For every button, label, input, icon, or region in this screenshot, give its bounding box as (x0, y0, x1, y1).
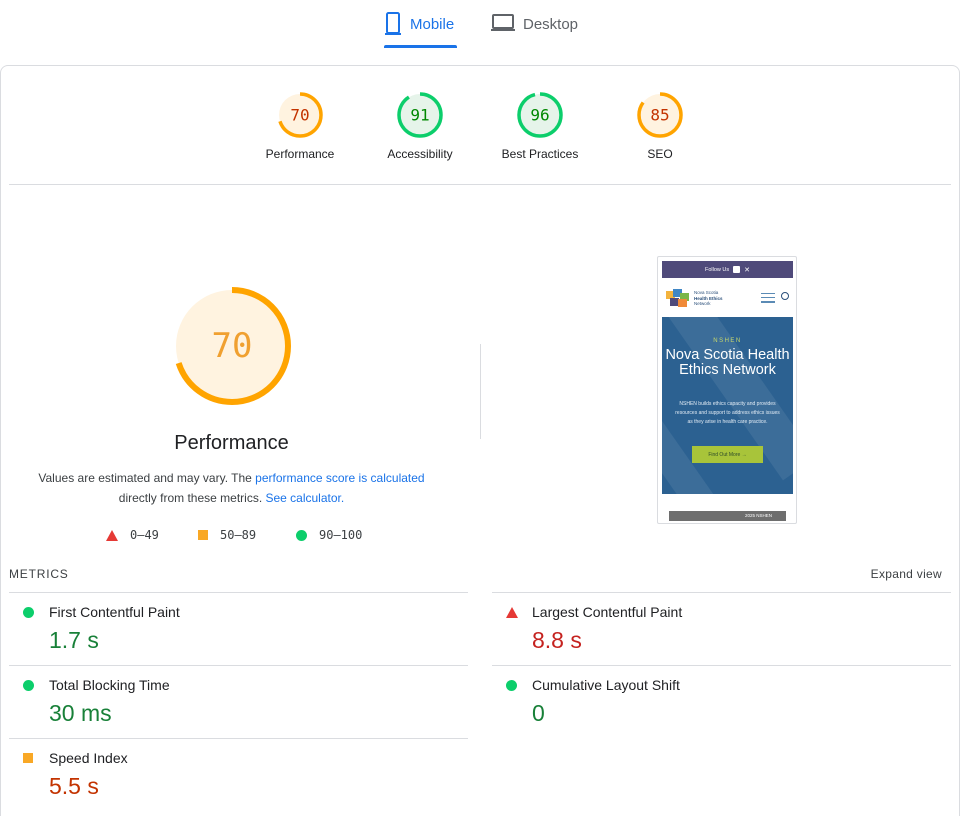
desc-text: directly from these metrics. (118, 491, 266, 505)
facebook-icon (733, 266, 741, 273)
good-circle-icon (23, 680, 34, 691)
gauge-label: Accessibility (387, 147, 453, 161)
preview-cta-button: Find Out More → (692, 446, 763, 463)
legend-poor: 0–49 (106, 528, 159, 542)
preview-logo-text: Nova Scotia Health Ethics Network (694, 290, 723, 306)
score-gauge-seo[interactable]: 85 SEO (600, 90, 720, 161)
gauge-ring: 85 (637, 92, 683, 138)
see-calculator-link[interactable]: See calculator. (265, 491, 344, 505)
average-square-icon (23, 753, 33, 763)
gauge-score: 91 (410, 106, 429, 125)
tab-desktop-label: Desktop (523, 16, 579, 33)
legend-range: 90–100 (319, 528, 363, 542)
triangle-icon (106, 529, 118, 541)
preview-body: NSHEN builds ethics capacity and provide… (675, 401, 780, 425)
metric-name: Cumulative Layout Shift (532, 677, 680, 693)
gauge-score: 70 (290, 106, 309, 125)
vertical-divider (480, 344, 481, 439)
scores-divider (9, 184, 951, 185)
preview-logo (666, 289, 690, 307)
preview-topbar: Follow Us ✕ (662, 261, 793, 278)
good-circle-icon (23, 607, 34, 618)
tab-mobile-label: Mobile (410, 16, 455, 33)
preview-header: Nova Scotia Health Ethics Network (662, 281, 793, 315)
monitor-icon (491, 12, 515, 38)
metric-name: First Contentful Paint (49, 604, 180, 620)
legend-good: 90–100 (296, 528, 362, 542)
tab-desktop[interactable]: Desktop (491, 12, 578, 48)
performance-title: Performance (174, 432, 289, 454)
good-circle-icon (506, 680, 517, 691)
metric-name: Total Blocking Time (49, 677, 170, 693)
gauge-ring: 91 (397, 92, 443, 138)
preview-follow-text: Follow Us (704, 266, 730, 273)
metric-name: Speed Index (49, 750, 128, 766)
performance-big-gauge: 70 (173, 287, 291, 405)
circle-icon (296, 529, 307, 541)
gauge-ring: 70 (277, 92, 323, 138)
score-gauge-accessibility[interactable]: 91 Accessibility (360, 90, 480, 161)
preview-title: Nova Scotia Health Ethics Network (665, 347, 790, 378)
metrics-heading: METRICS (9, 567, 69, 581)
preview-hero: NSHEN Nova Scotia Health Ethics Network … (662, 317, 793, 494)
gauge-ring: 96 (517, 92, 563, 138)
preview-kicker: NSHEN (713, 338, 742, 344)
metric-value: 5.5 s (49, 773, 99, 799)
gauge-label: Best Practices (501, 147, 579, 161)
gauge-score: 96 (530, 106, 549, 125)
score-gauge-performance[interactable]: 70 Performance (240, 90, 360, 161)
metric-first-contentful-paint: First Contentful Paint 1.7 s (9, 592, 468, 665)
gauge-label: Performance (265, 147, 335, 161)
legend-range: 50–89 (220, 528, 257, 542)
metric-cumulative-layout-shift: Cumulative Layout Shift 0 (492, 665, 951, 738)
poor-triangle-icon (506, 607, 518, 618)
metric-value: 1.7 s (49, 627, 99, 653)
score-gauge-best-practices[interactable]: 96 Best Practices (480, 90, 600, 161)
device-tabs: Mobile Desktop (0, 0, 960, 50)
legend-average: 50–89 (198, 528, 256, 542)
metric-total-blocking-time: Total Blocking Time 30 ms (9, 665, 468, 738)
metric-value: 30 ms (49, 700, 112, 726)
search-icon (781, 292, 789, 300)
metric-speed-index: Speed Index 5.5 s (9, 738, 468, 811)
page-screenshot-thumbnail[interactable]: Follow Us ✕ Nova Scotia Health Ethics Ne… (657, 256, 797, 524)
big-gauge-score: 70 (212, 326, 253, 366)
x-icon: ✕ (744, 266, 751, 274)
active-tab-indicator (384, 45, 457, 48)
hamburger-menu-icon (761, 293, 775, 306)
gauge-label: SEO (647, 147, 673, 161)
gauge-score: 85 (650, 106, 669, 125)
tab-mobile[interactable]: Mobile (384, 12, 454, 48)
phone-icon (384, 12, 402, 40)
metric-value: 0 (532, 700, 545, 726)
legend-range: 0–49 (130, 528, 159, 542)
performance-description: Values are estimated and may vary. The p… (30, 468, 433, 508)
score-calculated-link[interactable]: performance score is calculated (255, 471, 424, 485)
metric-value: 8.8 s (532, 627, 582, 653)
square-icon (198, 530, 208, 540)
metric-largest-contentful-paint: Largest Contentful Paint 8.8 s (492, 592, 951, 665)
metric-name: Largest Contentful Paint (532, 604, 683, 620)
preview-footer: 2025 NSHEN (669, 511, 786, 521)
desc-text: Values are estimated and may vary. The (38, 471, 256, 485)
expand-view-button[interactable]: Expand view (871, 567, 942, 581)
